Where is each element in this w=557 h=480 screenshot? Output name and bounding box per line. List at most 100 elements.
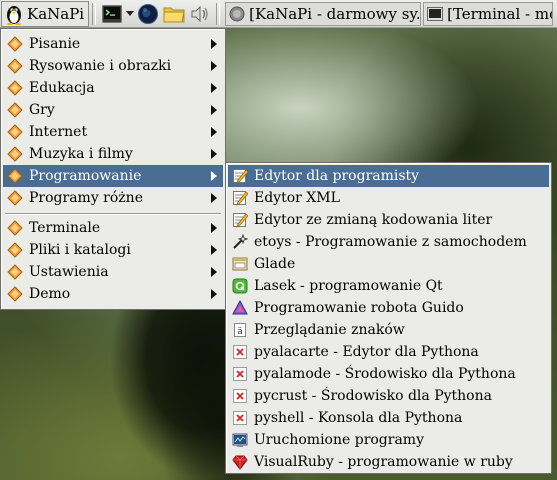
qt-icon bbox=[232, 278, 248, 294]
start-menu-label: KaNaPi bbox=[27, 4, 85, 23]
menu-item-gry[interactable]: Gry bbox=[3, 99, 223, 121]
submenu-arrow-icon bbox=[211, 149, 217, 159]
taskbar-panel: KaNaPi [KaNaPi - darmowy sy... [Terminal… bbox=[0, 0, 557, 28]
submenu-item-edytor-xml[interactable]: Edytor XML bbox=[228, 187, 549, 209]
menu-item-label: pyalacarte - Edytor dla Pythona bbox=[254, 344, 479, 360]
submenu-item-lasek[interactable]: Lasek - programowanie Qt bbox=[228, 275, 549, 297]
menu-item-label: Terminale bbox=[29, 220, 101, 236]
menu-item-edukacja[interactable]: Edukacja bbox=[3, 77, 223, 99]
character-map-icon: ä bbox=[232, 322, 248, 338]
submenu-item-etoys[interactable]: etoys - Programowanie z samochodem bbox=[228, 231, 549, 253]
menu-item-label: Przeglądanie znaków bbox=[254, 322, 405, 338]
category-icon bbox=[7, 220, 23, 236]
terminal-icon bbox=[102, 4, 123, 23]
submenu-item-pyalamode[interactable]: pyalamode - Środowisko dla Pythona bbox=[228, 363, 549, 385]
submenu-arrow-icon bbox=[211, 105, 217, 115]
menu-separator bbox=[5, 213, 221, 215]
applications-menu: Pisanie Rysowanie i obrazki Edukacja Gry… bbox=[0, 28, 226, 310]
missing-icon bbox=[232, 344, 248, 360]
category-icon bbox=[7, 286, 23, 302]
submenu-item-pyshell[interactable]: pyshell - Konsola dla Pythona bbox=[228, 407, 549, 429]
menu-item-label: Programowanie bbox=[29, 168, 142, 184]
menu-item-label: Uruchomione programy bbox=[254, 432, 424, 448]
submenu-arrow-icon bbox=[211, 289, 217, 299]
taskbar-window-browser[interactable]: [KaNaPi - darmowy sy... bbox=[225, 1, 422, 26]
triangle-icon bbox=[232, 299, 248, 316]
menu-item-label: VisualRuby - programowanie w ruby bbox=[254, 454, 513, 470]
category-icon bbox=[7, 146, 23, 162]
submenu-item-przegladanie-znakow[interactable]: ä Przeglądanie znaków bbox=[228, 319, 549, 341]
menu-item-programy-rozne[interactable]: Programy różne bbox=[3, 187, 223, 209]
text-editor-icon bbox=[232, 168, 249, 184]
menu-item-label: Edytor ze zmianą kodowania liter bbox=[254, 212, 493, 228]
menu-item-label: Ustawienia bbox=[29, 264, 109, 280]
category-icon bbox=[7, 124, 23, 140]
menu-item-label: pyshell - Konsola dla Pythona bbox=[254, 410, 463, 426]
panel-separator bbox=[216, 2, 221, 25]
menu-item-programowanie[interactable]: Programowanie bbox=[3, 165, 223, 187]
volume-control[interactable] bbox=[189, 3, 211, 25]
menu-item-label: Muzyka i filmy bbox=[29, 146, 133, 162]
menu-item-label: pyalamode - Środowisko dla Pythona bbox=[254, 366, 516, 382]
tux-penguin-icon bbox=[4, 3, 24, 25]
glade-icon bbox=[232, 256, 248, 272]
menu-item-internet[interactable]: Internet bbox=[3, 121, 223, 143]
folder-icon bbox=[163, 5, 185, 23]
menu-item-label: etoys - Programowanie z samochodem bbox=[254, 234, 527, 250]
category-icon bbox=[7, 264, 23, 280]
chevron-down-icon bbox=[126, 11, 135, 16]
submenu-item-edytor-programisty[interactable]: Edytor dla programisty bbox=[228, 165, 549, 187]
menu-item-label: Programowanie robota Guido bbox=[254, 300, 464, 316]
submenu-arrow-icon bbox=[211, 61, 217, 71]
submenu-arrow-icon bbox=[211, 127, 217, 137]
submenu-arrow-icon bbox=[211, 267, 217, 277]
submenu-arrow-icon bbox=[211, 83, 217, 93]
menu-item-pliki[interactable]: Pliki i katalogi bbox=[3, 239, 223, 261]
menu-item-label: Demo bbox=[29, 286, 71, 302]
missing-icon bbox=[232, 388, 248, 404]
submenu-item-uruchomione[interactable]: Uruchomione programy bbox=[228, 429, 549, 451]
text-editor-icon bbox=[232, 212, 249, 228]
submenu-arrow-icon bbox=[211, 193, 217, 203]
submenu-arrow-icon bbox=[211, 223, 217, 233]
magic-wand-icon bbox=[232, 233, 249, 250]
submenu-item-edytor-kodowania[interactable]: Edytor ze zmianą kodowania liter bbox=[228, 209, 549, 231]
start-menu-button[interactable]: KaNaPi bbox=[1, 0, 90, 27]
menu-item-label: Rysowanie i obrazki bbox=[29, 58, 172, 74]
menu-item-label: Gry bbox=[29, 102, 55, 118]
submenu-item-pycrust[interactable]: pycrust - Środowisko dla Pythona bbox=[228, 385, 549, 407]
menu-item-rysowanie[interactable]: Rysowanie i obrazki bbox=[3, 55, 223, 77]
category-icon bbox=[7, 102, 23, 118]
programowanie-submenu: Edytor dla programisty Edytor XML Edytor… bbox=[225, 162, 552, 474]
file-manager-launcher[interactable] bbox=[163, 3, 185, 25]
web-browser-launcher[interactable] bbox=[137, 3, 159, 25]
category-icon bbox=[7, 58, 23, 74]
submenu-item-guido[interactable]: Programowanie robota Guido bbox=[228, 297, 549, 319]
category-icon bbox=[7, 36, 23, 52]
menu-item-ustawienia[interactable]: Ustawienia bbox=[3, 261, 223, 283]
taskbar-window-title: [Terminal - mc bbox=[447, 4, 554, 23]
menu-item-label: Internet bbox=[29, 124, 88, 140]
submenu-arrow-icon bbox=[211, 171, 217, 181]
menu-item-label: Edytor dla programisty bbox=[254, 168, 420, 184]
menu-item-label: Glade bbox=[254, 256, 296, 272]
volume-icon bbox=[190, 5, 210, 23]
menu-item-pisanie[interactable]: Pisanie bbox=[3, 33, 223, 55]
menu-item-label: Programy różne bbox=[29, 190, 143, 206]
taskbar-window-terminal[interactable]: [Terminal - mc bbox=[423, 1, 554, 26]
menu-item-label: Pisanie bbox=[29, 36, 81, 52]
terminal-launcher[interactable] bbox=[101, 3, 123, 25]
submenu-arrow-icon bbox=[211, 245, 217, 255]
menu-item-label: pycrust - Środowisko dla Pythona bbox=[254, 388, 492, 404]
menu-item-muzyka[interactable]: Muzyka i filmy bbox=[3, 143, 223, 165]
launcher-menu-dropdown[interactable] bbox=[125, 3, 135, 25]
menu-item-demo[interactable]: Demo bbox=[3, 283, 223, 305]
submenu-item-visualruby[interactable]: VisualRuby - programowanie w ruby bbox=[228, 451, 549, 473]
browser-icon bbox=[229, 6, 245, 22]
submenu-item-pyalacarte[interactable]: pyalacarte - Edytor dla Pythona bbox=[228, 341, 549, 363]
menu-item-terminale[interactable]: Terminale bbox=[3, 217, 223, 239]
menu-item-label: Edukacja bbox=[29, 80, 95, 96]
submenu-item-glade[interactable]: Glade bbox=[228, 253, 549, 275]
panel-separator bbox=[92, 2, 97, 25]
missing-icon bbox=[232, 366, 248, 382]
